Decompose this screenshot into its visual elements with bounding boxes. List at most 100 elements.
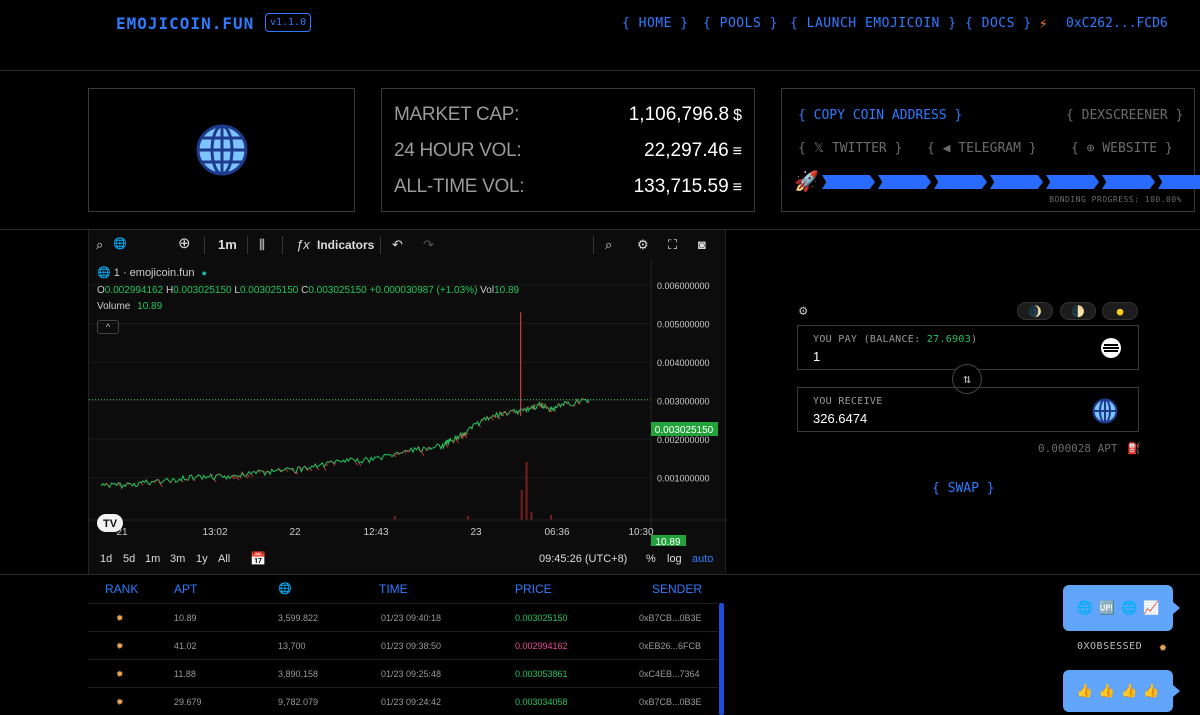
twitter-link[interactable]: { 𝕏 TWITTER } bbox=[798, 141, 902, 156]
toolbar-separator bbox=[282, 236, 283, 254]
percent-toggle[interactable]: % bbox=[646, 553, 656, 565]
collapse-legend-button[interactable]: ^ bbox=[97, 320, 119, 334]
bonding-progress-bar bbox=[822, 175, 1200, 189]
trade-emoji-amount: 3,599.822 bbox=[278, 613, 319, 623]
swap-button[interactable]: { SWAP } bbox=[932, 481, 995, 496]
trade-apt: 10.89 bbox=[174, 613, 197, 623]
chat-emoji: 🆙 bbox=[1098, 600, 1115, 616]
toolbar-separator bbox=[204, 236, 205, 254]
timeframe-1y[interactable]: 1y bbox=[196, 553, 208, 565]
apt-unit-icon: ≡ bbox=[732, 179, 742, 196]
nav-launch-emojicoin[interactable]: { LAUNCH EMOJICOIN } bbox=[790, 16, 957, 31]
indicators-button[interactable]: Indicators bbox=[317, 238, 374, 252]
x-tick-label: 22 bbox=[289, 527, 301, 538]
price-line bbox=[100, 397, 590, 490]
col-sender[interactable]: SENDER bbox=[652, 582, 702, 596]
theme-dark-button[interactable]: 🌒 bbox=[1017, 302, 1053, 320]
chat-emoji: 👍 bbox=[1098, 683, 1115, 699]
copy-coin-address-button[interactable]: { COPY COIN ADDRESS } bbox=[798, 108, 962, 123]
alltime-vol-label: ALL-TIME VOL: bbox=[394, 176, 525, 197]
trade-sender[interactable]: 0xB7CB...0B3E bbox=[639, 613, 702, 623]
table-row[interactable]: ✹ 29.679 9,782.079 01/23 09:24:42 0.00303405… bbox=[88, 687, 718, 715]
x-tick-label: 13:02 bbox=[202, 527, 227, 538]
price-tag: 0.003025150 bbox=[651, 422, 718, 436]
market-cap-row: MARKET CAP: 1,106,796.8 $ bbox=[394, 97, 742, 133]
gas-fee-value: 0.000028 APT bbox=[1038, 442, 1118, 455]
receive-value: 326.6474 bbox=[813, 411, 868, 426]
nav-docs[interactable]: { DOCS } bbox=[965, 16, 1032, 31]
price-chart[interactable]: ⌕ 🌐 ⊕ 1m ⫼ ƒx Indicators ↶ ↷ ⌕ ⚙ ⛶ ◙ 0.0… bbox=[88, 230, 727, 574]
undo-icon[interactable]: ↶ bbox=[392, 237, 403, 253]
table-row[interactable]: ✹ 10.89 3,599.822 01/23 09:40:18 0.003025150… bbox=[88, 603, 718, 631]
chart-canvas[interactable]: 0.006000000 0.005000000 0.004000000 0.00300… bbox=[89, 260, 727, 546]
gas-fee: 0.000028 APT ⛽ bbox=[1038, 442, 1141, 455]
trade-sender[interactable]: 0xB7CB...0B3E bbox=[639, 697, 702, 707]
col-price[interactable]: PRICE bbox=[515, 582, 552, 596]
table-row[interactable]: ✹ 11.88 3,890.158 01/23 09:25:48 0.003053861… bbox=[88, 659, 718, 687]
svg-text:TV: TV bbox=[103, 518, 118, 530]
bonding-segment bbox=[990, 175, 1043, 189]
col-emoji-globe-icon[interactable]: 🌐 bbox=[278, 582, 292, 595]
timeframe-1d[interactable]: 1d bbox=[100, 553, 112, 565]
interval-selector[interactable]: 1m bbox=[218, 237, 237, 252]
y-tick-label: 0.003000000 bbox=[657, 397, 710, 407]
timeframe-1m[interactable]: 1m bbox=[145, 553, 160, 565]
website-link[interactable]: { ⊕ WEBSITE } bbox=[1071, 141, 1173, 156]
ohlc-low: 0.003025150 bbox=[239, 285, 299, 296]
bonding-segment bbox=[1158, 175, 1200, 189]
snapshot-icon[interactable]: ◙ bbox=[698, 237, 706, 252]
auto-toggle[interactable]: auto bbox=[692, 553, 713, 565]
tradingview-logo: TV bbox=[97, 514, 123, 532]
chat-emoji: 📈 bbox=[1143, 600, 1160, 616]
logo[interactable]: EMOJICOIN.FUN bbox=[116, 14, 254, 33]
trade-sender[interactable]: 0xC4EB...7364 bbox=[639, 669, 700, 679]
rocket-icon: 🚀 bbox=[794, 169, 819, 193]
telegram-link[interactable]: { ◀ TELEGRAM } bbox=[927, 141, 1037, 156]
volume-label: Volume bbox=[97, 301, 131, 312]
pay-label: YOU PAY (BALANCE: 27.6903) bbox=[813, 334, 977, 345]
redo-icon[interactable]: ↷ bbox=[423, 237, 434, 253]
quick-search-icon[interactable]: ⌕ bbox=[605, 237, 612, 253]
timeframe-all[interactable]: All bbox=[218, 553, 230, 565]
candle-type-icon[interactable]: ⫼ bbox=[259, 237, 265, 253]
ohlc-vol: 10.89 bbox=[494, 285, 520, 296]
chat-emoji: 🌐 bbox=[1121, 600, 1138, 616]
volume-bar bbox=[520, 490, 523, 520]
col-time[interactable]: TIME bbox=[379, 582, 408, 596]
chart-bottom-bar: 1d 5d 1m 3m 1y All 📅 09:45:26 (UTC+8) % … bbox=[89, 546, 727, 574]
bonding-segment bbox=[934, 175, 987, 189]
date-range-icon[interactable]: 📅 bbox=[250, 551, 266, 567]
theme-light-button[interactable]: ● bbox=[1102, 302, 1138, 320]
market-cap-value: 1,106,796.8 bbox=[628, 104, 730, 125]
add-compare-icon[interactable]: ⊕ bbox=[178, 234, 191, 252]
y-tick-label: 0.001000000 bbox=[657, 474, 710, 484]
settings-icon[interactable]: ⚙ bbox=[637, 237, 649, 253]
pay-input[interactable]: 1 bbox=[813, 349, 820, 364]
trade-sender[interactable]: 0xEB26...6FCB bbox=[639, 641, 701, 651]
search-icon[interactable]: ⌕ bbox=[96, 237, 103, 253]
volume-bars bbox=[393, 462, 552, 520]
vol24-label: 24 HOUR VOL: bbox=[394, 140, 522, 161]
log-toggle[interactable]: log bbox=[667, 553, 682, 565]
trade-rank-icon: ✹ bbox=[116, 697, 124, 707]
scrollbar[interactable] bbox=[719, 603, 724, 715]
dexscreener-link[interactable]: { DEXSCREENER } bbox=[1066, 108, 1183, 123]
fx-icon[interactable]: ƒx bbox=[296, 237, 310, 252]
trade-time: 01/23 09:25:48 bbox=[381, 669, 442, 679]
col-rank[interactable]: RANK bbox=[105, 582, 138, 596]
theme-dim-button[interactable]: 🌓 bbox=[1060, 302, 1096, 320]
nav-pools[interactable]: { POOLS } bbox=[703, 16, 778, 31]
ohlc-readout: O0.002994162 H0.003025150 L0.003025150 C… bbox=[97, 285, 520, 296]
fullscreen-icon[interactable]: ⛶ bbox=[668, 237, 677, 253]
table-row[interactable]: ✹ 41.02 13,700 01/23 09:38:50 0.002994162 0xE… bbox=[88, 631, 718, 659]
trade-time: 01/23 09:24:42 bbox=[381, 697, 442, 707]
chart-clock: 09:45:26 (UTC+8) bbox=[539, 553, 628, 565]
wallet-address[interactable]: 0xC262...FCD6 bbox=[1066, 16, 1168, 31]
y-tick-label: 0.004000000 bbox=[657, 358, 710, 368]
divider bbox=[0, 70, 1200, 71]
col-apt[interactable]: APT bbox=[174, 582, 197, 596]
gear-icon[interactable]: ⚙ bbox=[799, 303, 807, 319]
timeframe-3m[interactable]: 3m bbox=[170, 553, 185, 565]
timeframe-5d[interactable]: 5d bbox=[123, 553, 135, 565]
nav-home[interactable]: { HOME } bbox=[622, 16, 689, 31]
